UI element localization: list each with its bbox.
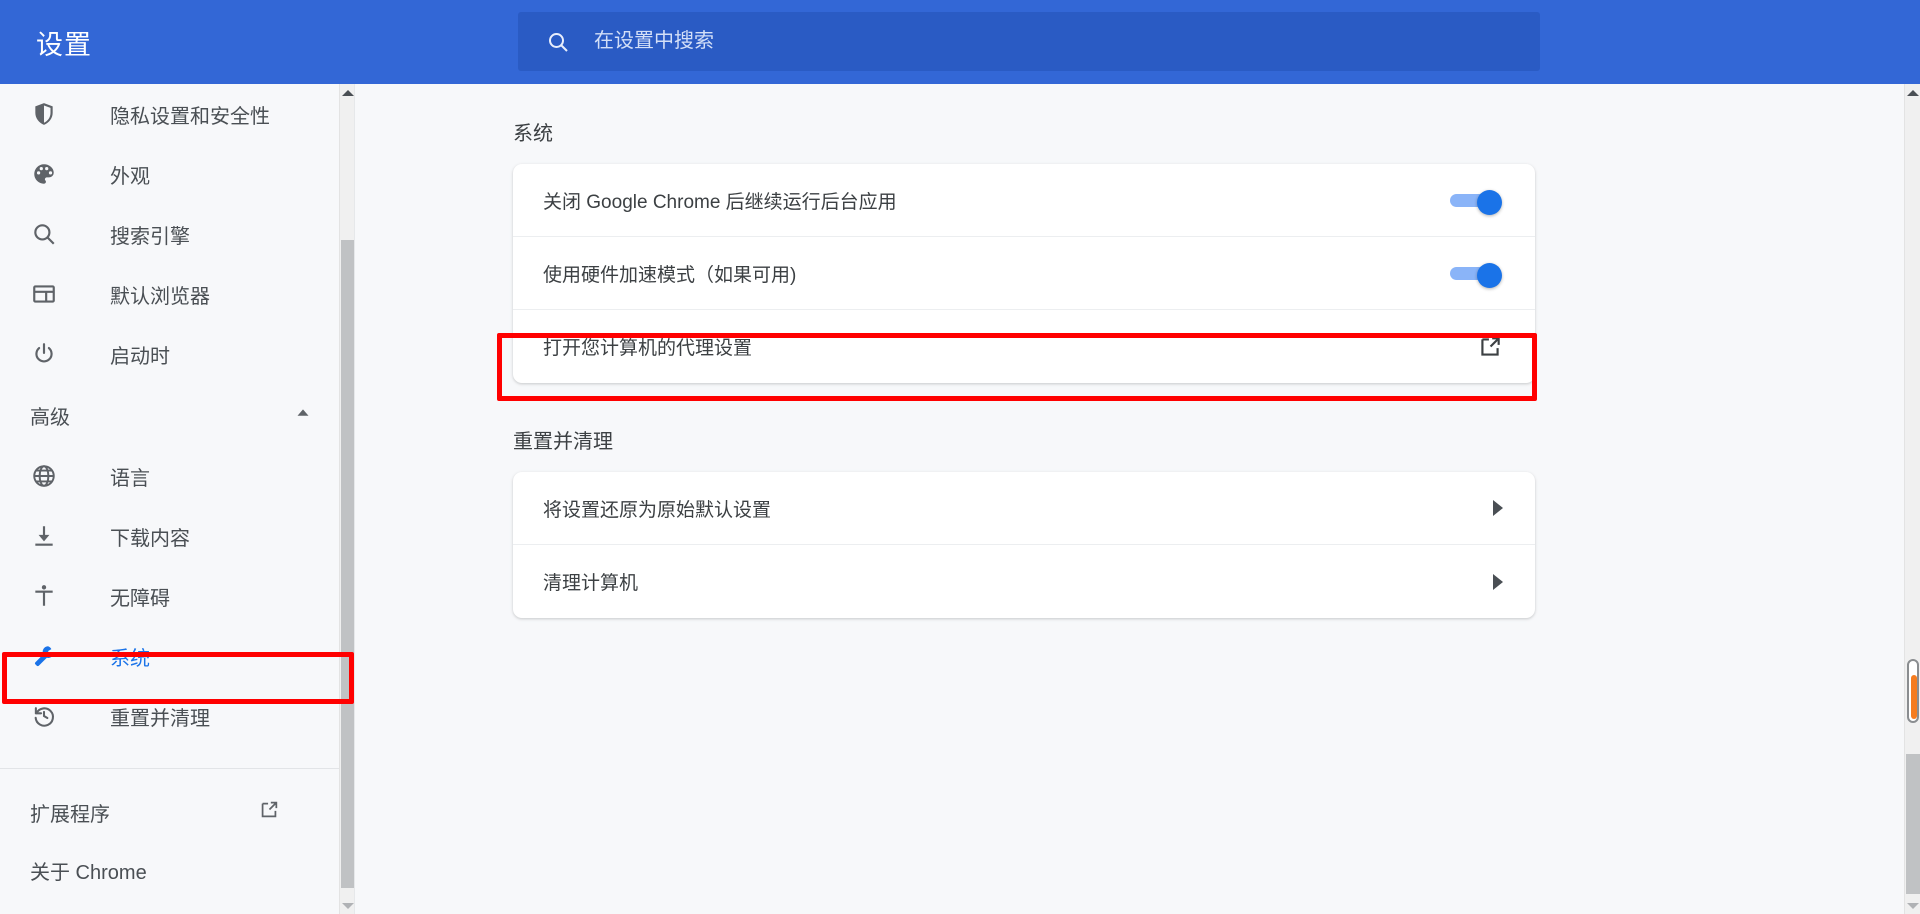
row-control — [1450, 263, 1503, 288]
sidebar-item-label: 外观 — [110, 165, 150, 188]
row-label: 打开您计算机的代理设置 — [543, 338, 753, 359]
scroll-down-arrow-icon[interactable] — [1905, 897, 1920, 914]
sidebar-item-on-startup[interactable]: 启动时 — [0, 324, 340, 384]
external-link-icon[interactable] — [1477, 334, 1503, 360]
sidebar-item-reset-cleanup[interactable]: 重置并清理 — [0, 686, 340, 746]
sidebar-divider — [0, 768, 340, 769]
row-label: 将设置还原为原始默认设置 — [543, 499, 772, 521]
sidebar-item-label: 搜索引擎 — [110, 225, 190, 248]
scroll-up-arrow-icon[interactable] — [1905, 84, 1920, 101]
sidebar-item-downloads[interactable]: 下载内容 — [0, 506, 340, 566]
sidebar-item-label: 语言 — [110, 467, 150, 490]
sidebar-scroll-area: 隐私设置和安全性 外观 搜索引擎 默认浏览器 启动时 高级 语言 下载内容 无障… — [0, 84, 340, 914]
section-title-system: 系统 — [513, 123, 553, 145]
sidebar-item-default-browser[interactable]: 默认浏览器 — [0, 264, 340, 324]
sidebar-scrollbar-thumb[interactable] — [341, 240, 354, 888]
card-reset-cleanup: 将设置还原为原始默认设置 清理计算机 — [513, 472, 1535, 618]
search-box[interactable] — [518, 12, 1540, 71]
sidebar-item-label: 扩展程序 — [30, 803, 110, 826]
toggle-knob — [1477, 263, 1502, 288]
sidebar-item-appearance[interactable]: 外观 — [0, 144, 340, 204]
sidebar-item-label: 重置并清理 — [110, 707, 210, 730]
card-system: 关闭 Google Chrome 后继续运行后台应用 使用硬件加速模式（如果可用… — [513, 164, 1535, 383]
caret-right-icon[interactable] — [1493, 500, 1503, 516]
chevron-up-icon — [292, 402, 314, 429]
sidebar-item-label: 隐私设置和安全性 — [110, 105, 270, 128]
sidebar-item-search-engine[interactable]: 搜索引擎 — [0, 204, 340, 264]
external-link-icon — [258, 799, 280, 826]
sidebar: 隐私设置和安全性 外观 搜索引擎 默认浏览器 启动时 高级 语言 下载内容 无障… — [0, 84, 355, 914]
sidebar-item-privacy[interactable]: 隐私设置和安全性 — [0, 84, 340, 144]
toggle-knob — [1477, 190, 1502, 215]
row-clean-computer[interactable]: 清理计算机 — [513, 545, 1535, 618]
sidebar-scrollbar[interactable] — [339, 84, 354, 914]
sidebar-item-label: 默认浏览器 — [110, 285, 210, 308]
history-restore-icon — [30, 702, 58, 730]
row-control — [1450, 190, 1503, 215]
page-title: 设置 — [36, 29, 92, 60]
sidebar-item-system[interactable]: 系统 — [0, 626, 340, 686]
row-label: 使用硬件加速模式（如果可用) — [543, 264, 797, 286]
main-content: 系统 关闭 Google Chrome 后继续运行后台应用 使用硬件加速模式（如… — [356, 84, 1904, 914]
row-restore-defaults[interactable]: 将设置还原为原始默认设置 — [513, 472, 1535, 545]
row-label: 关闭 Google Chrome 后继续运行后台应用 — [543, 191, 897, 213]
palette-icon — [30, 160, 58, 188]
sidebar-item-label: 启动时 — [110, 345, 170, 368]
row-proxy-settings[interactable]: 打开您计算机的代理设置 — [513, 310, 1535, 383]
row-hardware-acceleration[interactable]: 使用硬件加速模式（如果可用) — [513, 237, 1535, 310]
sidebar-item-label: 无障碍 — [110, 587, 170, 610]
download-icon — [30, 522, 58, 550]
row-control — [1493, 573, 1503, 590]
sidebar-item-label: 关于 Chrome — [30, 861, 147, 884]
settings-page: 设置 隐私设置和安全性 — [0, 0, 1920, 914]
shield-icon — [30, 100, 58, 128]
search-input[interactable] — [594, 30, 1540, 53]
browser-window-icon — [30, 280, 58, 308]
sidebar-section-advanced[interactable]: 高级 — [0, 384, 340, 446]
toggle-hardware-acceleration[interactable] — [1450, 263, 1503, 288]
globe-icon — [30, 462, 58, 490]
search-icon — [546, 30, 570, 54]
page-scrollbar-thumb[interactable] — [1906, 754, 1920, 894]
row-control — [1477, 334, 1503, 360]
sidebar-item-about-chrome[interactable]: 关于 Chrome — [0, 841, 340, 899]
sidebar-section-label: 高级 — [30, 406, 70, 429]
power-icon — [30, 340, 58, 368]
search-icon — [30, 220, 58, 248]
scroll-position-gauge — [1907, 659, 1919, 723]
sidebar-item-extensions[interactable]: 扩展程序 — [0, 783, 340, 841]
row-background-apps[interactable]: 关闭 Google Chrome 后继续运行后台应用 — [513, 164, 1535, 237]
scroll-down-arrow-icon[interactable] — [340, 897, 354, 914]
scroll-up-arrow-icon[interactable] — [340, 84, 354, 101]
sidebar-item-accessibility[interactable]: 无障碍 — [0, 566, 340, 626]
scroll-gauge-fill — [1911, 675, 1917, 719]
sidebar-item-label: 系统 — [110, 647, 150, 670]
accessibility-icon — [30, 582, 58, 610]
wrench-icon — [30, 642, 58, 670]
caret-right-icon[interactable] — [1493, 573, 1503, 590]
section-title-reset-cleanup: 重置并清理 — [513, 431, 613, 453]
top-app-bar: 设置 — [0, 0, 1920, 84]
sidebar-item-languages[interactable]: 语言 — [0, 446, 340, 506]
row-label: 清理计算机 — [543, 573, 639, 594]
page-scrollbar[interactable] — [1904, 84, 1920, 914]
sidebar-item-label: 下载内容 — [110, 527, 190, 550]
toggle-background-apps[interactable] — [1450, 190, 1503, 215]
row-control — [1493, 500, 1503, 516]
